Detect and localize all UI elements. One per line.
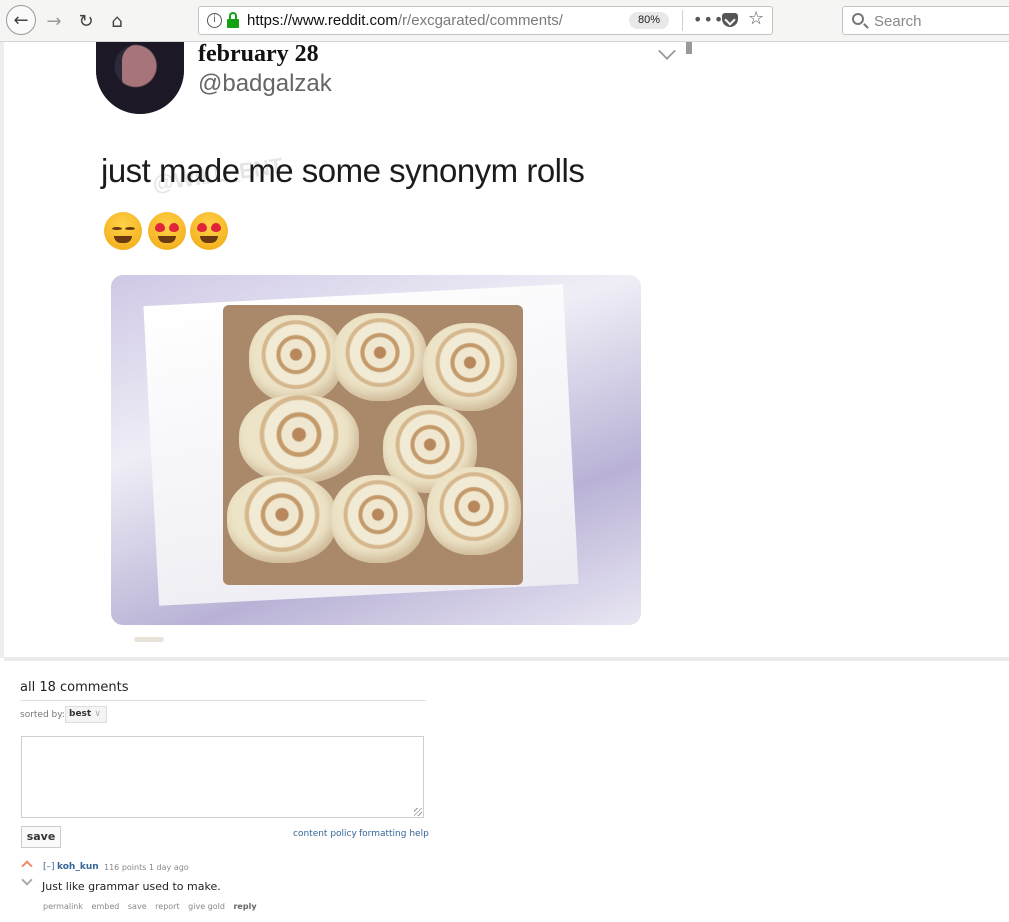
page-actions-more-icon[interactable]: ••• <box>693 10 724 29</box>
comment-actions: permalink embed save report give gold re… <box>43 902 263 911</box>
downvote-arrow-icon[interactable] <box>21 874 33 886</box>
back-button[interactable]: ← <box>6 5 36 35</box>
sorted-by-label: sorted by: <box>20 710 65 720</box>
comment: [–] koh_kun 116 points 1 day ago Just li… <box>20 858 520 918</box>
chevron-down-icon <box>658 42 676 60</box>
give-gold-link[interactable]: give gold <box>188 902 225 911</box>
browser-toolbar: ← → ↻ ⌂ i https://www.reddit.com/r/excga… <box>0 0 1009 42</box>
drooling-face-emoji-icon <box>104 212 142 250</box>
reload-button[interactable]: ↻ <box>72 7 100 35</box>
forward-button[interactable]: → <box>40 7 68 35</box>
url-separator <box>682 10 683 31</box>
search-bar[interactable]: Search <box>842 6 1009 35</box>
save-link[interactable]: save <box>128 902 147 911</box>
tweet-handle: @badgalzak <box>198 70 332 97</box>
url-text[interactable]: https://www.reddit.com/r/excgarated/comm… <box>247 12 589 29</box>
home-button[interactable]: ⌂ <box>103 7 131 35</box>
url-path: /r/excgarated/comments/ <box>397 12 563 29</box>
comment-body: Just like grammar used to make. <box>42 880 221 893</box>
pocket-icon[interactable] <box>722 13 738 27</box>
tweet-display-name: february 28 <box>198 42 319 67</box>
resize-grip-icon[interactable] <box>414 808 422 816</box>
home-icon: ⌂ <box>111 10 123 32</box>
section-divider <box>4 657 1009 661</box>
scroll-marker <box>686 42 692 54</box>
reply-link[interactable]: reply <box>233 902 256 911</box>
cinnamon-rolls-photo <box>111 275 641 625</box>
upvote-arrow-icon[interactable] <box>21 860 33 872</box>
formatting-help-link[interactable]: formatting help <box>359 829 429 839</box>
search-placeholder: Search <box>874 13 922 30</box>
heart-eyes-emoji-icon <box>148 212 186 250</box>
embed-link[interactable]: embed <box>92 902 120 911</box>
back-arrow-icon: ← <box>13 9 29 31</box>
tweet-text: just made me some synonym rolls <box>101 152 585 189</box>
reload-icon: ↻ <box>78 10 94 32</box>
comment-collapse-toggle[interactable]: [–] <box>43 862 55 872</box>
comment-textarea[interactable] <box>21 736 424 818</box>
post-image[interactable]: february 28 @badgalzak @WILL_ENT just ma… <box>4 42 694 658</box>
heart-eyes-emoji-icon <box>190 212 228 250</box>
avatar <box>96 42 184 114</box>
save-button[interactable]: save <box>21 826 61 848</box>
content-policy-link[interactable]: content policy <box>293 829 357 839</box>
forward-arrow-icon: → <box>46 10 62 32</box>
comment-meta: 116 points 1 day ago <box>104 863 189 872</box>
permalink-link[interactable]: permalink <box>43 902 83 911</box>
zoom-level-badge[interactable]: 80% <box>629 12 669 29</box>
url-bar[interactable]: i https://www.reddit.com/r/excgarated/co… <box>198 6 773 35</box>
comment-author[interactable]: koh_kun <box>57 862 99 872</box>
comments-header-rule <box>20 700 426 701</box>
image-edge-fragment <box>134 637 164 642</box>
caret-down-icon: ∨ <box>94 709 101 719</box>
sort-select-value: best <box>69 709 92 719</box>
comments-count-header: all 18 comments <box>20 680 129 695</box>
report-link[interactable]: report <box>155 902 179 911</box>
url-host: https://www.reddit.com <box>247 12 398 29</box>
search-icon <box>852 13 864 25</box>
lock-icon <box>227 12 239 28</box>
info-icon[interactable]: i <box>207 13 222 28</box>
bookmark-star-icon[interactable]: ☆ <box>748 8 764 29</box>
sort-select[interactable]: best ∨ <box>65 706 107 723</box>
